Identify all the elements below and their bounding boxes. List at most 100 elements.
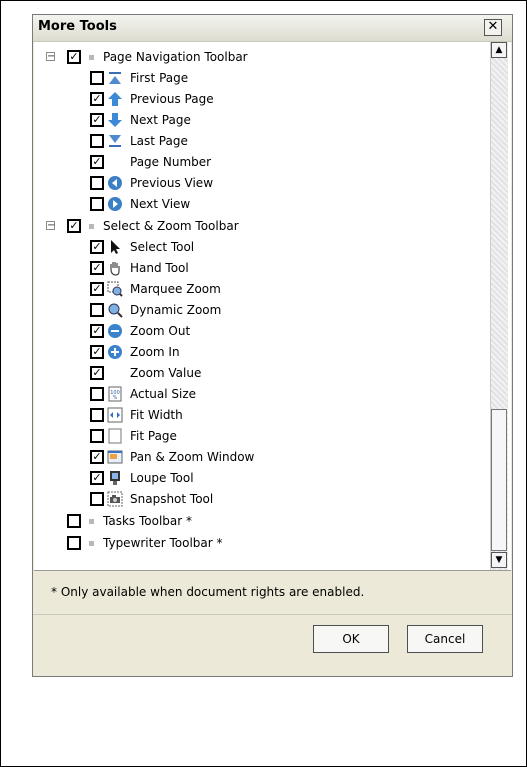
tree-item-previous-page[interactable]: ✓ Previous Page <box>34 89 484 110</box>
tree-item-actual-size[interactable]: 100% Actual Size <box>34 384 484 405</box>
tree-item-hand-tool[interactable]: ✓ Hand Tool <box>34 258 484 279</box>
previous-view-icon <box>108 176 122 190</box>
previous-page-icon <box>108 92 122 106</box>
tree-item-label: Actual Size <box>130 387 197 401</box>
collapse-expander[interactable]: − <box>46 221 55 231</box>
tree-item-label: Fit Page <box>130 429 177 443</box>
scroll-up-button[interactable]: ▲ <box>491 42 507 58</box>
tree-item-label: First Page <box>130 71 189 85</box>
ok-button[interactable]: OK <box>313 625 389 653</box>
zoom-out-icon <box>108 324 122 338</box>
checkbox[interactable]: ✓ <box>90 324 104 338</box>
checkbox[interactable] <box>90 429 104 443</box>
scroll-down-button[interactable]: ▼ <box>491 552 507 568</box>
close-button[interactable]: ✕ <box>484 19 502 36</box>
dialog-titlebar[interactable]: More Tools ✕ <box>33 15 512 42</box>
tree-item-zoom-value[interactable]: ✓ Zoom Value <box>34 363 484 384</box>
bullet-icon <box>89 55 94 60</box>
tree-item-label: Previous Page <box>130 92 214 106</box>
checkbox[interactable] <box>90 303 104 317</box>
tree-item-page-number[interactable]: ✓ Page Number <box>34 152 484 173</box>
checkbox[interactable] <box>67 536 81 550</box>
tree-item-label: Pan & Zoom Window <box>130 450 255 464</box>
tree-group-typewriter[interactable]: Typewriter Toolbar * <box>34 533 484 554</box>
tree-item-last-page[interactable]: Last Page <box>34 131 484 152</box>
bullet-icon <box>89 224 94 229</box>
vertical-scrollbar[interactable]: ▲ ▼ <box>490 42 508 570</box>
checkbox[interactable] <box>90 134 104 148</box>
checkbox[interactable] <box>90 492 104 506</box>
tree-item-zoom-out[interactable]: ✓ Zoom Out <box>34 321 484 342</box>
arrow-cursor-icon <box>111 240 120 254</box>
scrollbar-thumb[interactable] <box>491 409 507 551</box>
checkbox[interactable] <box>90 71 104 85</box>
tree-group-label: Page Navigation Toolbar <box>103 50 248 64</box>
tree-item-label: Fit Width <box>130 408 183 422</box>
checkbox[interactable] <box>90 197 104 211</box>
tree-item-snapshot-tool[interactable]: Snapshot Tool <box>34 489 484 510</box>
tree-item-fit-width[interactable]: Fit Width <box>34 405 484 426</box>
tree-group-page-navigation[interactable]: − ✓ Page Navigation Toolbar <box>34 47 484 68</box>
tree-item-label: Next Page <box>130 113 191 127</box>
tree-item-fit-page[interactable]: Fit Page <box>34 426 484 447</box>
tree-item-previous-view[interactable]: Previous View <box>34 173 484 194</box>
hand-icon <box>110 262 120 276</box>
bullet-icon <box>89 541 94 546</box>
tree-item-next-view[interactable]: Next View <box>34 194 484 215</box>
tree-item-label: Previous View <box>130 176 214 190</box>
checkbox[interactable] <box>90 176 104 190</box>
fit-page-icon <box>108 428 122 444</box>
checkbox[interactable]: ✓ <box>90 450 104 464</box>
checkbox[interactable]: ✓ <box>90 345 104 359</box>
tree-item-first-page[interactable]: First Page <box>34 68 484 89</box>
checkbox[interactable] <box>90 408 104 422</box>
tree-item-label: Select Tool <box>130 240 195 254</box>
tree-item-select-tool[interactable]: ✓ Select Tool <box>34 237 484 258</box>
tree-item-label: Hand Tool <box>130 261 189 275</box>
checkbox[interactable]: ✓ <box>90 155 104 169</box>
checkbox[interactable]: ✓ <box>90 282 104 296</box>
tree-item-zoom-in[interactable]: ✓ Zoom In <box>34 342 484 363</box>
tree-item-label: Last Page <box>130 134 188 148</box>
next-view-icon <box>108 197 122 211</box>
dynamic-zoom-icon <box>108 303 123 318</box>
tree-item-next-page[interactable]: ✓ Next Page <box>34 110 484 131</box>
zoom-in-icon <box>108 345 122 359</box>
checkbox[interactable]: ✓ <box>90 113 104 127</box>
checkbox[interactable]: ✓ <box>90 261 104 275</box>
tree-group-label: Typewriter Toolbar * <box>103 536 223 550</box>
snapshot-camera-icon <box>107 491 123 507</box>
checkbox[interactable]: ✓ <box>90 366 104 380</box>
tools-tree-list[interactable]: − ✓ Page Navigation Toolbar First Page ✓… <box>34 42 511 571</box>
tree-item-label: Next View <box>130 197 191 211</box>
tree-item-label: Marquee Zoom <box>130 282 221 296</box>
tree-group-tasks[interactable]: Tasks Toolbar * <box>34 511 484 532</box>
tree-item-label: Zoom In <box>130 345 180 359</box>
checkbox[interactable]: ✓ <box>67 50 81 64</box>
tree-item-pan-zoom-window[interactable]: ✓ Pan & Zoom Window <box>34 447 484 468</box>
marquee-zoom-icon <box>107 281 123 297</box>
tree-item-loupe-tool[interactable]: ✓ Loupe Tool <box>34 468 484 489</box>
footnote-text: * Only available when document rights ar… <box>51 585 365 599</box>
checkbox[interactable]: ✓ <box>67 219 81 233</box>
tree-item-label: Zoom Out <box>130 324 191 338</box>
tree-group-label: Select & Zoom Toolbar <box>103 219 239 233</box>
checkbox[interactable]: ✓ <box>90 92 104 106</box>
collapse-expander[interactable]: − <box>46 52 55 62</box>
tree-item-dynamic-zoom[interactable]: Dynamic Zoom <box>34 300 484 321</box>
cancel-button[interactable]: Cancel <box>407 625 483 653</box>
checkbox[interactable] <box>90 387 104 401</box>
tree-group-select-zoom[interactable]: − ✓ Select & Zoom Toolbar <box>34 216 484 237</box>
checkbox[interactable]: ✓ <box>90 240 104 254</box>
actual-size-icon: 100% <box>108 386 122 402</box>
checkbox[interactable] <box>67 514 81 528</box>
tree-item-label: Zoom Value <box>130 366 202 380</box>
fit-width-icon <box>107 407 123 423</box>
tree-item-label: Dynamic Zoom <box>130 303 222 317</box>
tree-item-marquee-zoom[interactable]: ✓ Marquee Zoom <box>34 279 484 300</box>
bullet-icon <box>89 519 94 524</box>
tree-group-label: Tasks Toolbar * <box>103 514 192 528</box>
checkbox[interactable]: ✓ <box>90 471 104 485</box>
next-page-icon <box>108 113 122 127</box>
tree-item-label: Loupe Tool <box>130 471 194 485</box>
